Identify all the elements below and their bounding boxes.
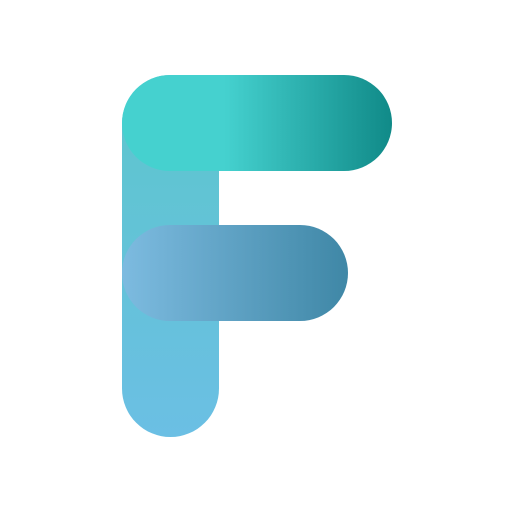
logo-middle-bar xyxy=(122,225,348,321)
logo-canvas xyxy=(0,0,512,512)
f-logo-icon xyxy=(122,75,392,437)
logo-top-bar xyxy=(122,75,392,171)
